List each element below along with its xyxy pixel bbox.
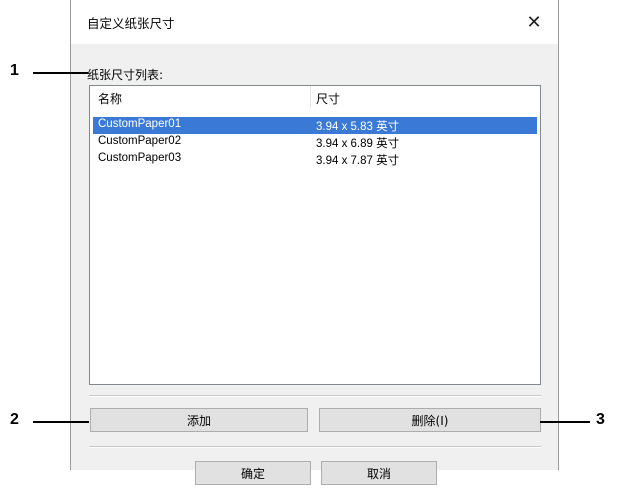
column-header-size[interactable]: 尺寸 bbox=[316, 90, 340, 107]
callout-number-2: 2 bbox=[10, 411, 19, 428]
callout-line-3 bbox=[540, 421, 590, 423]
list-item-name: CustomPaper03 bbox=[98, 152, 182, 164]
list-item-size: 3.94 x 5.83 英寸 bbox=[316, 121, 400, 133]
callout-number-3: 3 bbox=[596, 411, 605, 428]
listview-header: 名称 尺寸 bbox=[90, 86, 540, 110]
list-item-name: CustomPaper01 bbox=[98, 118, 182, 130]
separator-highlight bbox=[89, 447, 541, 448]
cancel-button[interactable]: 取消 bbox=[321, 461, 437, 485]
dialog-title: 自定义纸张尺寸 bbox=[87, 16, 175, 31]
list-item-name: CustomPaper02 bbox=[98, 135, 182, 147]
add-button[interactable]: 添加 bbox=[90, 408, 308, 432]
column-divider[interactable] bbox=[310, 86, 311, 108]
list-item[interactable]: CustomPaper02 3.94 x 6.89 英寸 bbox=[93, 134, 537, 151]
list-item-size: 3.94 x 7.87 英寸 bbox=[316, 155, 400, 167]
callout-line-2 bbox=[33, 421, 89, 423]
list-item[interactable]: CustomPaper03 3.94 x 7.87 英寸 bbox=[93, 151, 537, 168]
callout-number-1: 1 bbox=[10, 62, 19, 79]
callout-line-1 bbox=[33, 72, 88, 74]
paper-size-list-label: 纸张尺寸列表: bbox=[87, 68, 164, 82]
close-icon[interactable]: ✕ bbox=[520, 8, 548, 36]
list-item[interactable]: CustomPaper01 3.94 x 5.83 英寸 bbox=[93, 117, 537, 134]
separator-highlight bbox=[89, 396, 541, 397]
list-item-size: 3.94 x 6.89 英寸 bbox=[316, 138, 400, 150]
custom-paper-size-dialog: 自定义纸张尺寸 ✕ 纸张尺寸列表: 名称 尺寸 CustomPaper01 3.… bbox=[70, 0, 559, 485]
column-header-name[interactable]: 名称 bbox=[98, 90, 122, 107]
delete-button[interactable]: 删除(I) bbox=[319, 408, 541, 432]
ok-button[interactable]: 确定 bbox=[195, 461, 311, 485]
paper-size-listview[interactable]: 名称 尺寸 CustomPaper01 3.94 x 5.83 英寸 Custo… bbox=[89, 85, 541, 385]
title-bar: 自定义纸张尺寸 ✕ bbox=[71, 0, 558, 44]
